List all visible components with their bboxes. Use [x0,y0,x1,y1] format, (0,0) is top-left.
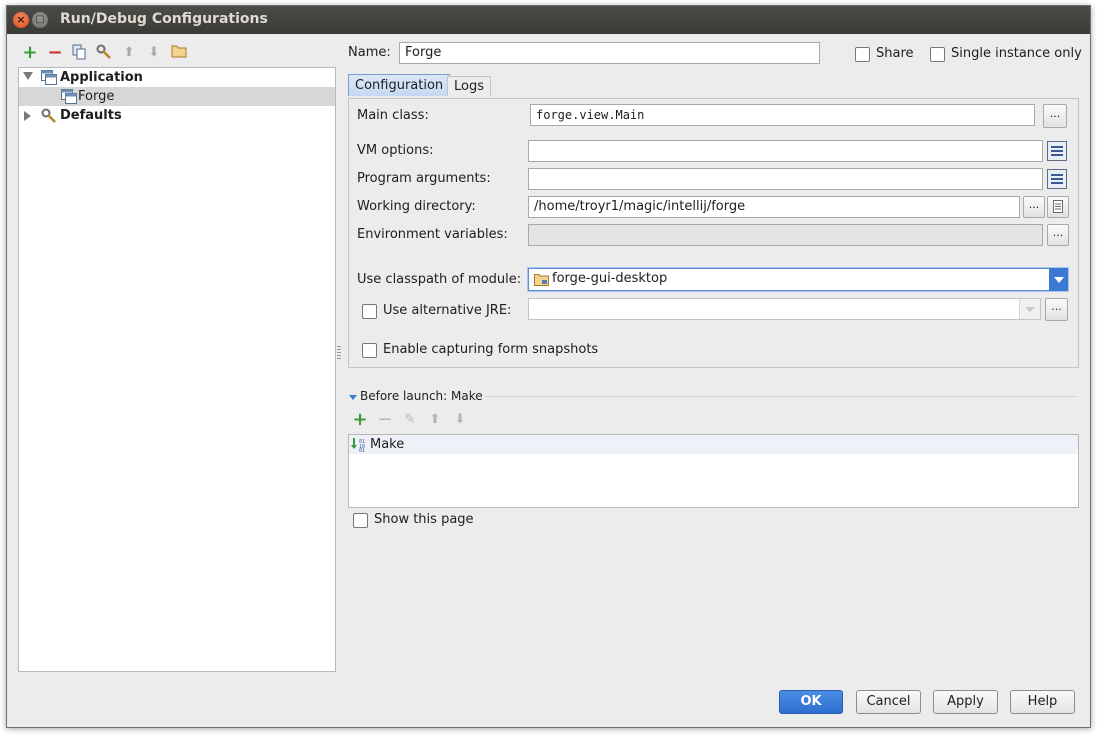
share-checkbox[interactable] [855,47,870,62]
alternative-jre-checkbox[interactable] [362,304,377,319]
add-config-icon[interactable]: + [21,44,39,62]
tree-label-defaults: Defaults [60,108,122,123]
splitter-handle[interactable] [337,346,341,360]
tree-node-application[interactable]: Application [19,68,335,87]
maximize-window-button[interactable]: ▢ [32,12,48,28]
copy-config-icon[interactable] [70,44,88,62]
tree-node-forge[interactable]: Forge [19,87,335,106]
working-directory-label: Working directory: [357,199,476,214]
module-folder-icon [534,273,549,290]
alternative-jre-select[interactable] [528,298,1041,320]
move-task-up-icon[interactable]: ⬆ [426,411,444,429]
collapse-before-launch-icon[interactable] [349,395,357,400]
name-label: Name: [348,45,391,60]
tab-configuration[interactable]: Configuration [348,74,451,96]
svg-text:01: 01 [359,448,365,452]
move-down-icon[interactable]: ⬇ [145,44,163,62]
before-launch-divider [485,396,1077,397]
remove-config-icon[interactable]: − [46,44,64,62]
browse-jre-button[interactable]: ... [1045,298,1068,321]
collapse-arrow-icon[interactable] [24,111,31,121]
expand-editor-icon[interactable] [1047,169,1067,189]
remove-task-icon[interactable]: − [376,411,394,429]
chevron-down-icon[interactable] [1019,299,1040,319]
program-arguments-input[interactable] [528,168,1043,190]
show-page-checkbox[interactable] [353,513,368,528]
task-label: Make [370,437,405,452]
name-input[interactable]: Forge [399,42,820,64]
enable-snapshots-label: Enable capturing form snapshots [383,342,599,357]
insert-macro-icon[interactable] [1047,196,1069,218]
before-launch-header[interactable]: Before launch: Make [360,389,483,403]
edit-defaults-wrench-icon[interactable] [95,44,113,62]
single-instance-checkbox[interactable] [930,47,945,62]
alternative-jre-label: Use alternative JRE: [383,303,512,318]
show-page-label: Show this page [374,512,474,527]
main-class-label: Main class: [357,108,429,123]
use-classpath-label: Use classpath of module: [357,272,522,287]
vm-options-input[interactable] [528,140,1043,162]
expand-arrow-icon[interactable] [23,72,33,80]
tree-label-application: Application [60,70,143,85]
single-instance-label: Single instance only [951,46,1082,61]
vm-options-label: VM options: [357,143,434,158]
program-arguments-label: Program arguments: [357,171,491,186]
browse-main-class-button[interactable]: ... [1043,104,1067,128]
tree-label-forge: Forge [78,89,115,104]
title-bar: × ▢ Run/Debug Configurations [7,6,1090,34]
window-title: Run/Debug Configurations [60,11,268,27]
edit-task-icon[interactable]: ✎ [401,411,419,429]
wrench-icon [41,108,57,130]
enable-snapshots-checkbox[interactable] [362,343,377,358]
working-directory-input[interactable]: /home/troyr1/magic/intellij/forge [528,196,1020,218]
list-item[interactable]: 01 10 01 Make [349,435,1078,454]
create-folder-icon[interactable] [170,44,188,62]
environment-variables-input[interactable] [528,224,1043,246]
run-debug-dialog: × ▢ Run/Debug Configurations + − ⬆ ⬇ App… [6,5,1091,728]
ok-button[interactable]: OK [779,690,843,714]
environment-variables-label: Environment variables: [357,227,508,242]
before-launch-list: 01 10 01 Make [348,434,1079,508]
browse-working-directory-button[interactable]: ... [1023,196,1045,218]
share-label: Share [876,46,914,61]
classpath-module-value: forge-gui-desktop [552,271,668,286]
make-icon: 01 10 01 [351,437,367,458]
edit-environment-variables-button[interactable]: ... [1047,224,1069,246]
add-task-icon[interactable]: + [351,411,369,429]
tree-node-defaults[interactable]: Defaults [19,106,335,125]
close-window-button[interactable]: × [13,12,29,28]
main-class-input[interactable]: forge.view.Main [530,104,1035,126]
apply-button[interactable]: Apply [933,690,998,714]
configuration-tree: Application Forge Defaults [18,67,336,672]
classpath-module-select[interactable]: forge-gui-desktop [528,268,1068,291]
move-task-down-icon[interactable]: ⬇ [451,411,469,429]
move-up-icon[interactable]: ⬆ [120,44,138,62]
chevron-down-icon[interactable] [1049,268,1068,291]
expand-editor-icon[interactable] [1047,141,1067,161]
tab-logs[interactable]: Logs [447,76,491,96]
cancel-button[interactable]: Cancel [856,690,921,714]
help-button[interactable]: Help [1010,690,1075,714]
